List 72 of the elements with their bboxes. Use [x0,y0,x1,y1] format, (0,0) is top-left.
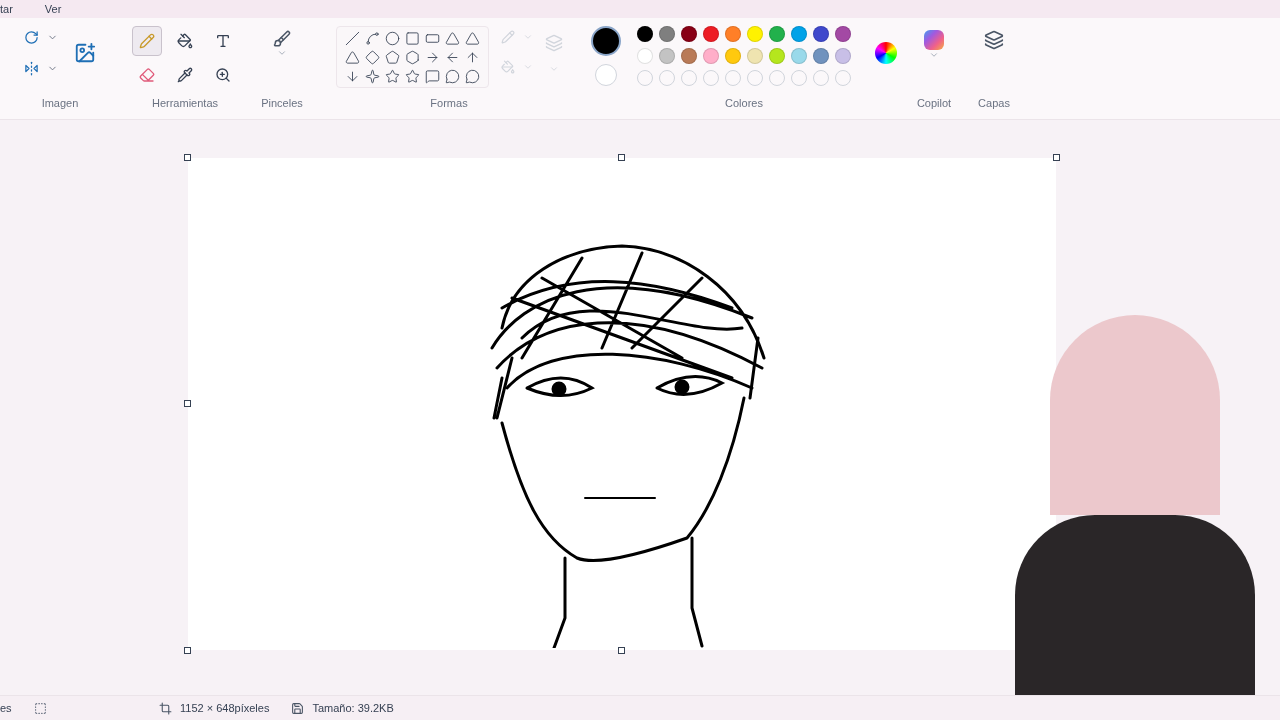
triangle-icon[interactable] [464,31,480,46]
pentagon-icon[interactable] [384,50,400,65]
pencil-icon [139,33,155,49]
color-swatch[interactable] [769,48,785,64]
color-swatch[interactable] [637,48,653,64]
color-swatch[interactable] [725,26,741,42]
arrow-right-icon[interactable] [424,50,440,65]
line-icon[interactable] [344,31,360,46]
color-swatch[interactable] [769,26,785,42]
speech-bubble-icon[interactable] [424,69,440,84]
copilot-logo-icon[interactable] [924,30,944,50]
curve-icon[interactable] [364,31,380,46]
rotate-icon[interactable] [24,30,39,45]
oval-callout-icon[interactable] [444,69,460,84]
group-label: Herramientas [152,95,218,111]
file-size: Tamaño: 39.2KB [312,700,394,716]
resize-handle[interactable] [618,647,625,654]
resize-handle[interactable] [1053,154,1060,161]
group-label: Colores [725,95,763,111]
color-swatch[interactable] [681,26,697,42]
flip-icon[interactable] [24,61,39,76]
pencil-tool[interactable] [132,26,162,56]
resize-image-icon[interactable] [74,42,96,64]
rectangle-icon[interactable] [404,31,420,46]
menu-item[interactable]: Ver [44,3,62,15]
rounded-rectangle-icon[interactable] [424,31,440,46]
canvas-size-icon [159,701,172,715]
arrow-down-icon[interactable] [344,69,360,84]
layers-icon[interactable] [984,30,1004,50]
diamond-icon[interactable] [364,50,380,65]
canvas-dimensions: 1152 × 648píxeles [180,700,270,716]
color-swatch[interactable] [659,48,675,64]
resize-handle[interactable] [184,647,191,654]
resize-handle[interactable] [618,154,625,161]
status-text: es [0,700,13,716]
color-swatch[interactable] [747,26,763,42]
group-label: Pinceles [261,95,303,111]
color-swatch[interactable] [703,48,719,64]
color-swatch[interactable] [791,48,807,64]
current-color-button[interactable] [591,26,621,56]
four-point-star-icon[interactable] [364,69,380,84]
group-label: Copilot [916,95,952,111]
color-swatch[interactable] [681,48,697,64]
color-swatch[interactable] [835,26,851,42]
color-swatch[interactable] [637,26,653,42]
group-label: Imagen [41,95,79,111]
brush-icon[interactable] [273,30,291,48]
color-swatch[interactable] [659,26,675,42]
group-label: Formas [430,95,468,111]
color-swatch[interactable] [703,26,719,42]
color-swatch[interactable] [791,26,807,42]
color-swatch[interactable] [747,48,763,64]
color-swatch[interactable] [835,48,851,64]
color-picker-icon [177,67,193,83]
star-icon[interactable] [384,69,400,84]
selection-icon[interactable] [34,701,47,715]
file-size-icon [291,701,305,715]
current-color-button[interactable] [595,64,617,86]
color-swatch[interactable] [813,26,829,42]
group-label: Capas [978,95,1010,111]
menu-item[interactable]: tar [0,3,13,15]
resize-handle[interactable] [184,154,191,161]
color-wheel-icon[interactable] [875,42,897,64]
zoom-icon [215,67,231,83]
color-swatch[interactable] [813,48,829,64]
oval-icon[interactable] [384,31,400,46]
resize-handle[interactable] [184,400,191,407]
paint-bucket-icon [177,33,193,49]
hexagon-icon[interactable] [404,50,420,65]
color-swatch[interactable] [725,48,741,64]
text-icon [215,33,231,49]
eraser-icon [139,67,155,83]
